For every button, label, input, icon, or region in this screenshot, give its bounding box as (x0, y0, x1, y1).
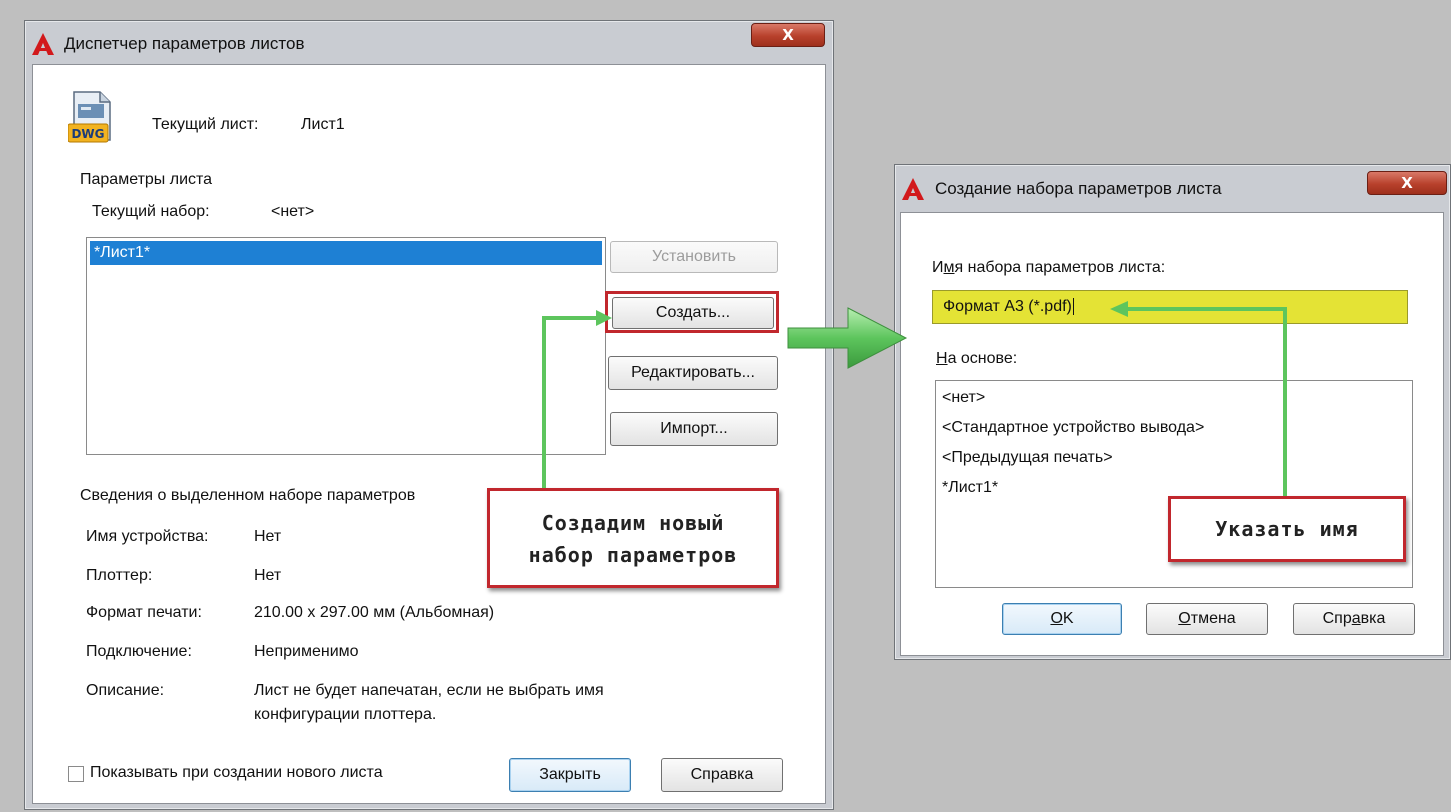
big-arrow-icon (787, 307, 908, 369)
connector-arrowhead-icon (1110, 301, 1128, 317)
connector-arrow-icon (542, 316, 598, 488)
connector-arrowhead-icon (596, 310, 612, 326)
annotation-arrows (542, 301, 1287, 496)
connector-arrow-icon (1126, 307, 1287, 496)
